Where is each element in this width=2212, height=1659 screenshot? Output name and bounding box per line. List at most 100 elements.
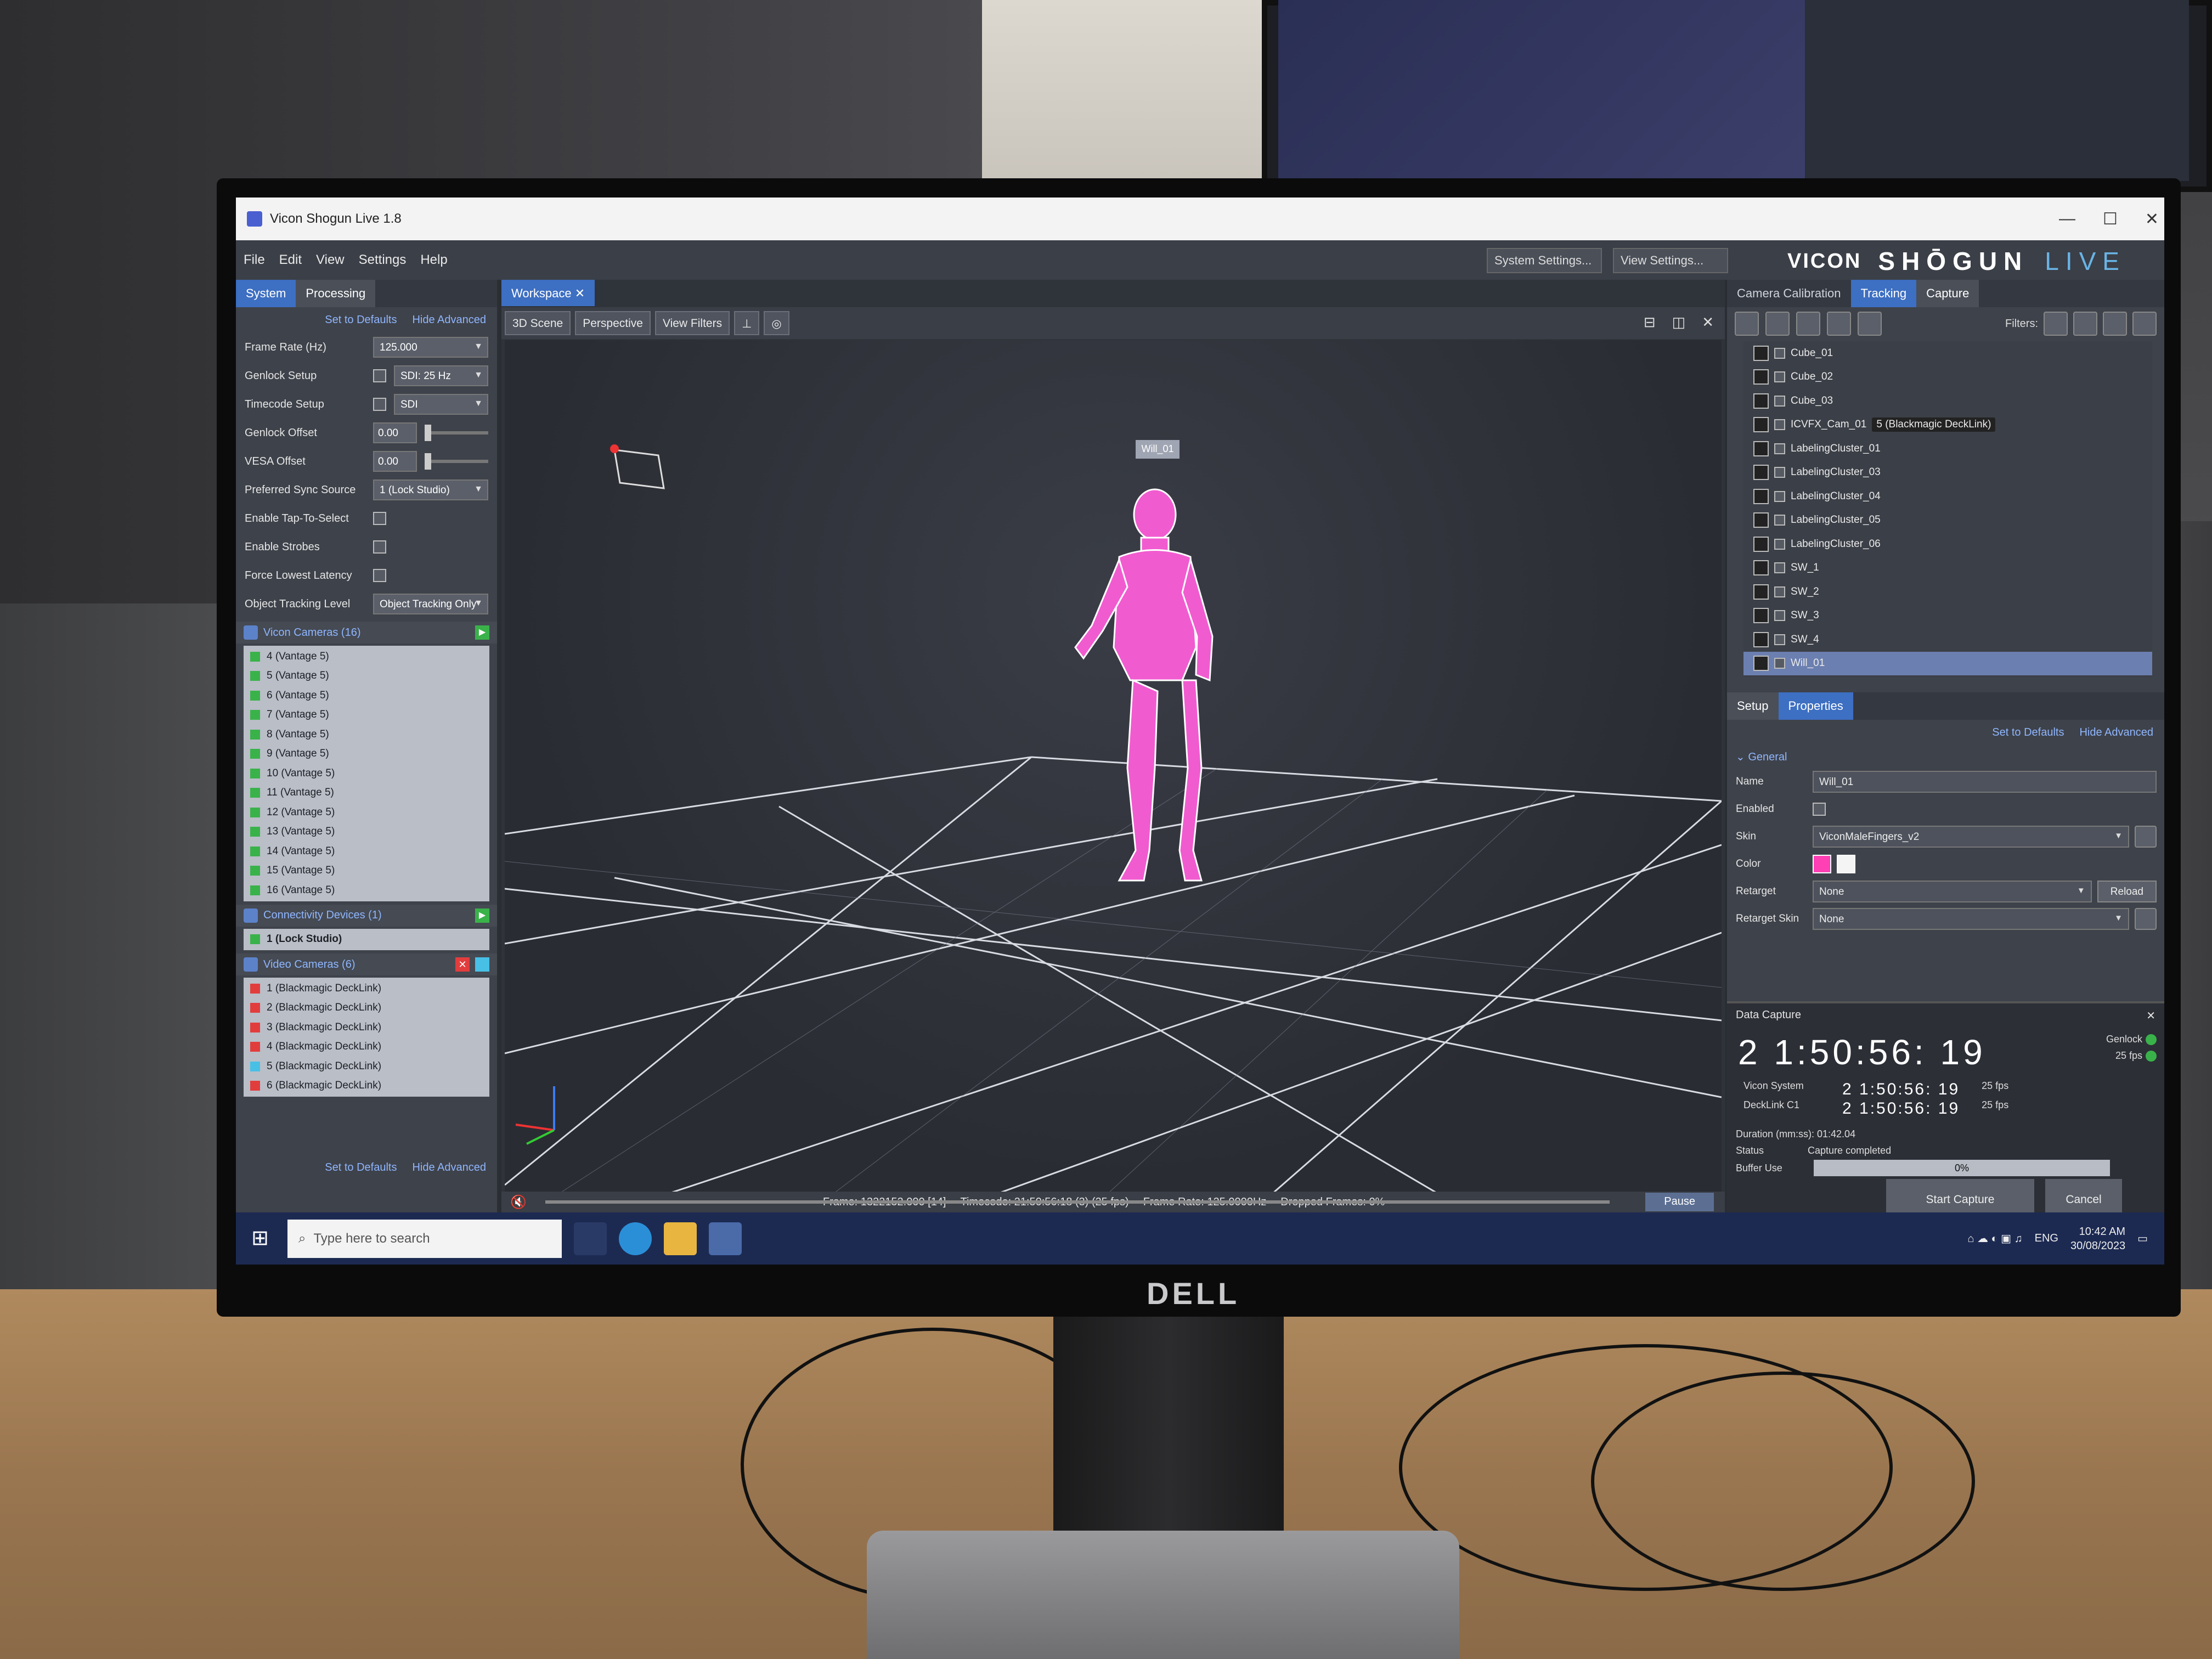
tree-checkbox[interactable]	[1774, 586, 1785, 597]
tab-setup[interactable]: Setup	[1727, 692, 1779, 720]
tray-icons[interactable]: ⌂ ☁ ◐ ▣ ♫	[1967, 1232, 2022, 1245]
retarget-dropdown[interactable]: None	[1813, 881, 2092, 902]
camera-item[interactable]: 7 (Vantage 5)	[244, 706, 489, 725]
tree-item[interactable]: SW_2	[1743, 580, 2152, 604]
tree-item[interactable]: Cube_01	[1743, 341, 2152, 365]
view-filters-button[interactable]: View Filters	[654, 311, 730, 335]
vesa-offset-input[interactable]: 0.00	[373, 451, 417, 472]
genlock-offset-slider[interactable]	[425, 425, 488, 441]
camera-item[interactable]: 13 (Vantage 5)	[244, 822, 489, 842]
scene-dropdown[interactable]: 3D Scene	[505, 311, 571, 335]
tree-item[interactable]: Cube_02	[1743, 365, 2152, 390]
genlock-checkbox[interactable]	[373, 369, 386, 382]
retarget-skin-dropdown[interactable]: None	[1813, 908, 2129, 930]
windows-start-icon[interactable]: ⊞	[244, 1212, 276, 1265]
strobes-checkbox[interactable]	[373, 540, 386, 554]
add-object-icon[interactable]	[1735, 312, 1759, 336]
genlock-offset-input[interactable]: 0.00	[373, 422, 417, 443]
tree-item[interactable]: ICVFX_Cam_01 5 (Blackmagic DeckLink)	[1743, 413, 2152, 437]
save-icon[interactable]	[1858, 312, 1882, 336]
menu-edit[interactable]: Edit	[279, 252, 302, 268]
play-icon[interactable]: ▶	[475, 908, 489, 923]
mute-icon[interactable]: 🔇	[510, 1194, 527, 1210]
import-icon[interactable]	[1796, 312, 1820, 336]
3d-viewport[interactable]: Will_01	[505, 340, 1722, 1193]
tree-checkbox[interactable]	[1774, 490, 1785, 502]
tab-properties[interactable]: Properties	[1778, 692, 1853, 720]
lowest-latency-checkbox[interactable]	[373, 569, 386, 582]
file-explorer-icon[interactable]	[664, 1222, 697, 1255]
tree-checkbox[interactable]	[1774, 515, 1785, 526]
tab-tracking[interactable]: Tracking	[1850, 280, 1917, 307]
edge-browser-icon[interactable]	[619, 1222, 652, 1255]
tree-checkbox[interactable]	[1774, 538, 1785, 550]
tree-checkbox[interactable]	[1774, 658, 1785, 669]
vesa-offset-slider[interactable]	[425, 453, 488, 470]
object-tracking-dropdown[interactable]: Object Tracking Only	[373, 594, 488, 614]
video-camera-item[interactable]: 1 (Blackmagic DeckLink)	[244, 979, 489, 998]
tree-checkbox[interactable]	[1774, 610, 1785, 622]
tap-to-select-checkbox[interactable]	[373, 512, 386, 525]
tree-item[interactable]: SW_3	[1743, 604, 2152, 628]
timecode-checkbox[interactable]	[373, 398, 386, 411]
general-section-header[interactable]: ⌄ General	[1727, 746, 2164, 768]
preferred-sync-dropdown[interactable]: 1 (Lock Studio)	[373, 479, 488, 500]
video-cameras-header[interactable]: Video Cameras (6) ✕	[236, 953, 497, 975]
tab-system[interactable]: System	[236, 280, 296, 307]
timeline-bar[interactable]	[545, 1200, 1610, 1204]
camera-item[interactable]: 5 (Vantage 5)	[244, 667, 489, 686]
language-indicator[interactable]: ENG	[2035, 1232, 2058, 1245]
video-camera-item[interactable]: 5 (Blackmagic DeckLink)	[244, 1057, 489, 1076]
play-icon[interactable]: ▶	[475, 625, 489, 640]
name-field[interactable]: Will_01	[1813, 771, 2157, 793]
task-view-icon[interactable]	[574, 1222, 607, 1255]
minimize-button[interactable]: —	[2059, 210, 2075, 228]
camera-item[interactable]: 6 (Vantage 5)	[244, 686, 489, 706]
camera-item[interactable]: 14 (Vantage 5)	[244, 842, 489, 861]
clock[interactable]: 10:42 AM 30/08/2023	[2070, 1224, 2125, 1253]
tree-checkbox[interactable]	[1774, 419, 1785, 431]
system-settings-dropdown[interactable]: System Settings...	[1487, 248, 1602, 273]
tree-item[interactable]: SW_4	[1743, 628, 2152, 652]
camera-item[interactable]: 10 (Vantage 5)	[244, 764, 489, 783]
tree-checkbox[interactable]	[1774, 562, 1785, 574]
reload-button[interactable]: Reload	[2097, 881, 2157, 902]
genlock-setup-dropdown[interactable]: SDI: 25 Hz	[394, 365, 488, 386]
video-camera-item[interactable]: 3 (Blackmagic DeckLink)	[244, 1018, 489, 1037]
tree-checkbox[interactable]	[1774, 443, 1785, 454]
hide-advanced-link[interactable]: Hide Advanced	[412, 314, 486, 326]
tree-item[interactable]: LabelingCluster_05	[1743, 509, 2152, 533]
menu-file[interactable]: File	[244, 252, 265, 268]
menu-help[interactable]: Help	[420, 252, 447, 268]
menu-view[interactable]: View	[316, 252, 345, 268]
set-to-defaults-link[interactable]: Set to Defaults	[1992, 726, 2064, 739]
tab-capture[interactable]: Capture	[1916, 280, 1979, 307]
taskbar-search[interactable]: ⌕ Type here to search	[287, 1219, 562, 1258]
retarget-skin-browse-icon[interactable]	[2135, 908, 2157, 930]
hide-advanced-link[interactable]: Hide Advanced	[2079, 726, 2153, 739]
camera-item[interactable]: 8 (Vantage 5)	[244, 725, 489, 744]
camera-item[interactable]: 9 (Vantage 5)	[244, 744, 489, 764]
projection-dropdown[interactable]: Perspective	[575, 311, 651, 335]
set-to-defaults-link[interactable]: Set to Defaults	[325, 1161, 397, 1174]
video-camera-item[interactable]: 2 (Blackmagic DeckLink)	[244, 998, 489, 1018]
tree-checkbox[interactable]	[1774, 467, 1785, 478]
close-icon[interactable]: ✕	[575, 286, 585, 300]
tree-item[interactable]: Cube_03	[1743, 389, 2152, 413]
pause-button[interactable]: Pause	[1645, 1193, 1714, 1211]
filter-rigid-icon[interactable]	[2073, 312, 2097, 336]
tree-checkbox[interactable]	[1774, 347, 1785, 359]
tree-item[interactable]: SW_1	[1743, 556, 2152, 580]
video-camera-item[interactable]: 4 (Blackmagic DeckLink)	[244, 1037, 489, 1057]
tree-checkbox[interactable]	[1774, 395, 1785, 407]
shogun-app-icon[interactable]	[709, 1222, 742, 1255]
tree-item[interactable]: LabelingCluster_06	[1743, 532, 2152, 556]
close-icon[interactable]: ✕	[2146, 1009, 2155, 1023]
tree-checkbox[interactable]	[1774, 634, 1785, 645]
tab-workspace[interactable]: Workspace ✕	[501, 280, 595, 306]
create-object-icon[interactable]	[1765, 312, 1790, 336]
hide-advanced-link[interactable]: Hide Advanced	[412, 1161, 486, 1174]
tree-item[interactable]: LabelingCluster_04	[1743, 484, 2152, 509]
set-to-defaults-link[interactable]: Set to Defaults	[325, 314, 397, 326]
skin-dropdown[interactable]: ViconMaleFingers_v2	[1813, 826, 2129, 848]
